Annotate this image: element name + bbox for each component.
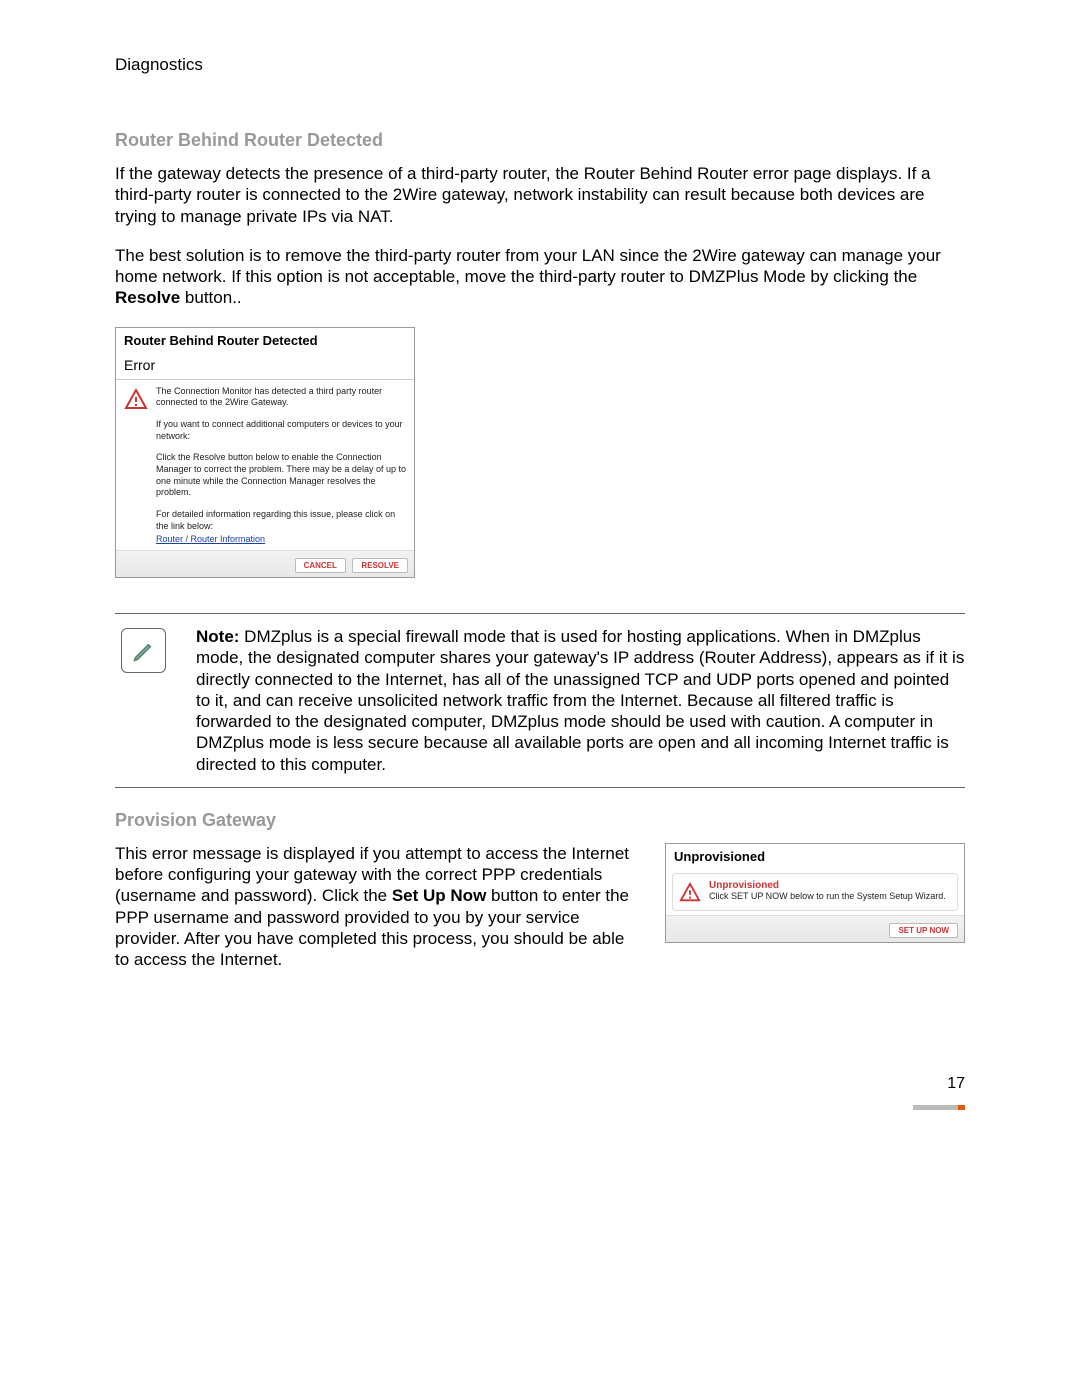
dialog1-t1: The Connection Monitor has detected a th…: [156, 386, 406, 409]
note-body: DMZplus is a special firewall mode that …: [196, 627, 964, 774]
section1-p1: If the gateway detects the presence of a…: [115, 163, 965, 227]
setup-now-word: Set Up Now: [392, 886, 486, 905]
unprovisioned-heading: Unprovisioned: [709, 880, 946, 891]
note-text: Note: DMZplus is a special firewall mode…: [196, 626, 965, 775]
cancel-button[interactable]: CANCEL: [295, 558, 346, 573]
page-header: Diagnostics: [115, 55, 965, 75]
unprovisioned-footer: SET UP NOW: [666, 915, 964, 942]
pencil-icon: [121, 628, 166, 673]
router-dialog-title: Router Behind Router Detected: [116, 328, 414, 353]
warning-icon: [679, 882, 701, 904]
router-dialog-text: The Connection Monitor has detected a th…: [156, 386, 406, 547]
warning-icon: [124, 388, 148, 412]
dialog1-t2: If you want to connect additional comput…: [156, 419, 406, 442]
router-dialog-footer: CANCEL RESOLVE: [116, 550, 414, 577]
section-router-title: Router Behind Router Detected: [115, 130, 965, 151]
section1-p2c: button..: [180, 288, 241, 307]
resolve-word: Resolve: [115, 288, 180, 307]
note-label: Note:: [196, 627, 239, 646]
router-dialog: Router Behind Router Detected Error The …: [115, 327, 415, 579]
setup-now-button[interactable]: SET UP NOW: [889, 923, 958, 938]
dialog1-t4: For detailed information regarding this …: [156, 509, 406, 532]
unprovisioned-dialog-title: Unprovisioned: [666, 844, 964, 869]
router-info-link[interactable]: Router / Router Information: [156, 534, 265, 544]
note-block: Note: DMZplus is a special firewall mode…: [115, 613, 965, 788]
resolve-button[interactable]: RESOLVE: [352, 558, 408, 573]
section1-p2: The best solution is to remove the third…: [115, 245, 965, 309]
section-provision-title: Provision Gateway: [115, 810, 965, 831]
page-number: 17: [947, 1075, 965, 1093]
footer-bar: [913, 1105, 965, 1110]
section1-p2a: The best solution is to remove the third…: [115, 246, 941, 286]
router-dialog-subtitle: Error: [116, 353, 414, 380]
unprovisioned-dialog: Unprovisioned Unprovisioned Click SET UP…: [665, 843, 965, 943]
section2-p1: This error message is displayed if you a…: [115, 843, 643, 971]
unprovisioned-text: Click SET UP NOW below to run the System…: [709, 891, 946, 903]
dialog1-t3: Click the Resolve button below to enable…: [156, 452, 406, 499]
